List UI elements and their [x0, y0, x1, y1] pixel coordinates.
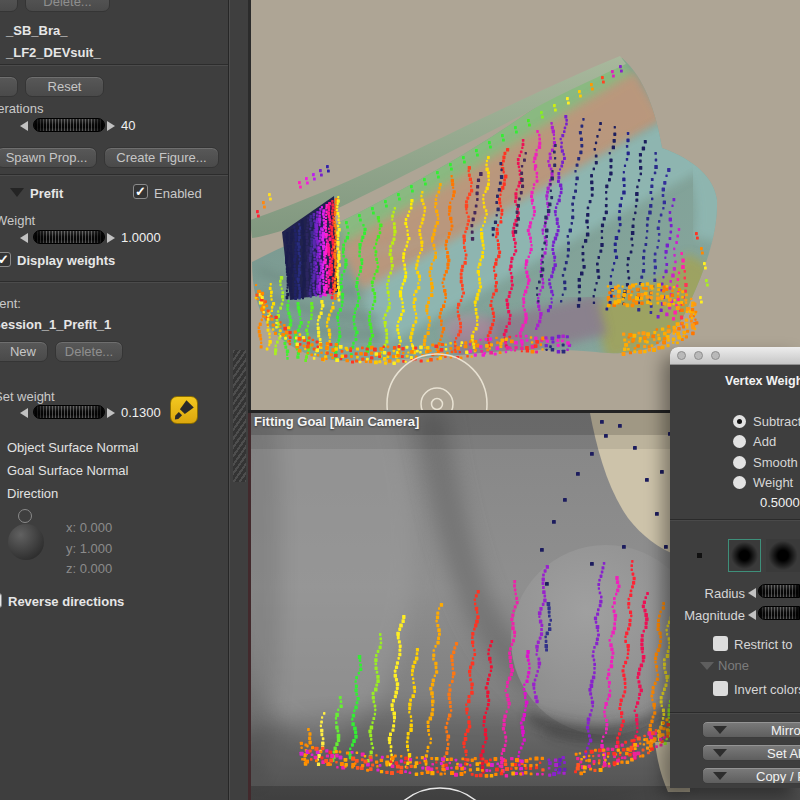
radio-subtract-label: Subtract — [753, 414, 800, 429]
prefit-section-title: Prefit — [30, 186, 63, 201]
new-button[interactable]: New — [0, 341, 48, 362]
viewport-bottom-border — [248, 413, 251, 800]
radius-slider[interactable] — [758, 584, 800, 598]
direction-option[interactable]: Direction — [7, 486, 58, 501]
iterations-slider[interactable] — [33, 118, 105, 132]
radio-weight[interactable] — [733, 476, 746, 489]
magnitude-slider[interactable] — [758, 606, 800, 620]
delete-top-button[interactable]: Delete... — [25, 0, 110, 12]
restrict-to-checkbox[interactable] — [713, 636, 728, 651]
copy-paste-section-button[interactable]: Copy / Paste — [702, 767, 800, 784]
divider — [670, 712, 800, 713]
restrict-to-label: Restrict to — [734, 637, 793, 652]
current-label: Current: — [0, 296, 21, 311]
set-weight-slider[interactable] — [33, 405, 105, 419]
create-figure-button[interactable]: Create Figure... — [104, 147, 219, 168]
display-weights-checkbox[interactable]: ✓ — [0, 252, 11, 267]
spawn-prop-button[interactable]: Spawn Prop... — [0, 147, 97, 168]
paint-brush-button[interactable] — [170, 396, 198, 424]
direction-sphere-widget[interactable] — [8, 524, 44, 560]
iterations-decrement[interactable] — [20, 121, 28, 131]
close-icon[interactable] — [677, 351, 686, 360]
copy-paste-label: Copy / Paste — [756, 769, 800, 784]
reverse-directions-label: Reverse directions — [8, 594, 124, 609]
weight-value-field[interactable]: 0.5000 — [760, 495, 800, 510]
expand-triangle-icon — [713, 749, 727, 757]
goal-surface-normal-option[interactable]: Goal Surface Normal — [7, 463, 128, 478]
iterations-increment[interactable] — [107, 121, 115, 131]
restrict-dropdown-value[interactable]: None — [718, 658, 749, 673]
set-all-label: Set All — [767, 746, 800, 761]
iterations-value[interactable]: 40 — [121, 118, 135, 133]
panel-title: Vertex Weight — [725, 374, 800, 388]
set-weight-label: Set weight — [0, 389, 55, 404]
radio-smooth-label: Smooth — [753, 455, 798, 470]
zoom-icon[interactable] — [711, 351, 720, 360]
direction-x-value: x: 0.000 — [66, 520, 112, 535]
radio-subtract[interactable] — [733, 415, 746, 428]
panel-gutter — [229, 0, 248, 800]
reverse-directions-checkbox[interactable] — [0, 593, 2, 608]
reset-button[interactable]: Reset — [25, 76, 104, 97]
current-session-name: Session_1_Prefit_1 — [0, 317, 111, 332]
display-weights-label: Display weights — [17, 253, 115, 268]
list-item-lf2-devsuit[interactable]: _LF2_DEVsuit_ — [6, 45, 101, 60]
enabled-label: Enabled — [154, 186, 202, 201]
viewport-label: Fitting Goal [Main Camera] — [254, 414, 419, 429]
expand-triangle-icon — [713, 772, 727, 780]
magnitude-label: Magnitude — [670, 608, 745, 623]
set-weight-decrement[interactable] — [20, 408, 28, 418]
set-weight-value[interactable]: 0.1300 — [121, 405, 161, 420]
invert-colors-label: Invert colors — [734, 682, 800, 697]
set-all-section-button[interactable]: Set All — [702, 744, 800, 761]
radio-smooth[interactable] — [733, 456, 746, 469]
weight-label: Weight — [0, 213, 35, 228]
direction-z-value: z: 0.000 — [66, 561, 112, 576]
minimize-icon[interactable] — [694, 351, 703, 360]
panel-titlebar[interactable] — [670, 347, 800, 365]
radius-label: Radius — [670, 586, 745, 601]
restrict-dropdown-icon[interactable] — [700, 662, 714, 670]
viewport-top-border — [248, 0, 251, 411]
divider — [0, 281, 229, 282]
expand-triangle-icon — [713, 726, 727, 734]
brush-falloff-2[interactable] — [766, 539, 800, 572]
brush-icon — [171, 397, 197, 423]
weight-decrement[interactable] — [20, 233, 28, 243]
radio-weight-label: Weight — [753, 475, 793, 490]
resize-grip[interactable] — [233, 350, 246, 482]
divider — [0, 174, 229, 175]
weight-value[interactable]: 1.0000 — [121, 230, 161, 245]
radius-decrement[interactable] — [748, 588, 756, 598]
list-item-sb-bra[interactable]: _SB_Bra_ — [6, 23, 67, 38]
delete-button[interactable]: Delete... — [55, 341, 123, 362]
invert-colors-checkbox[interactable] — [713, 681, 728, 696]
set-weight-increment[interactable] — [107, 408, 115, 418]
divider — [0, 64, 229, 65]
direction-y-value: y: 1.000 — [66, 541, 112, 556]
collapse-triangle-icon[interactable] — [10, 188, 24, 197]
vertex-weight-panel: Vertex Weight Subtract Add Smooth Weight… — [670, 347, 800, 788]
cropped-button[interactable] — [0, 0, 18, 12]
cropped-button-2[interactable] — [0, 76, 18, 97]
mirror-section-button[interactable]: Mirror — [702, 721, 800, 738]
radio-add-label: Add — [753, 434, 776, 449]
magnitude-decrement[interactable] — [748, 610, 756, 620]
weight-slider[interactable] — [33, 230, 105, 244]
direction-gimbal-top[interactable] — [18, 509, 32, 523]
object-surface-normal-option[interactable]: Object Surface Normal — [7, 440, 139, 455]
weight-increment[interactable] — [107, 233, 115, 243]
iterations-label: Iterations — [0, 101, 43, 116]
simulation-settings-panel: Delete... _SB_Bra_ _LF2_DEVsuit_ Reset I… — [0, 0, 229, 800]
mirror-label: Mirror — [771, 723, 800, 738]
brush-size-small[interactable] — [697, 553, 702, 558]
brush-falloff-selected[interactable] — [728, 539, 761, 572]
radio-add[interactable] — [733, 435, 746, 448]
application-window: Fitting Goal [Main Camera] Delete... _SB… — [0, 0, 800, 800]
enabled-checkbox[interactable]: ✓ — [133, 184, 148, 199]
divider — [670, 519, 800, 520]
